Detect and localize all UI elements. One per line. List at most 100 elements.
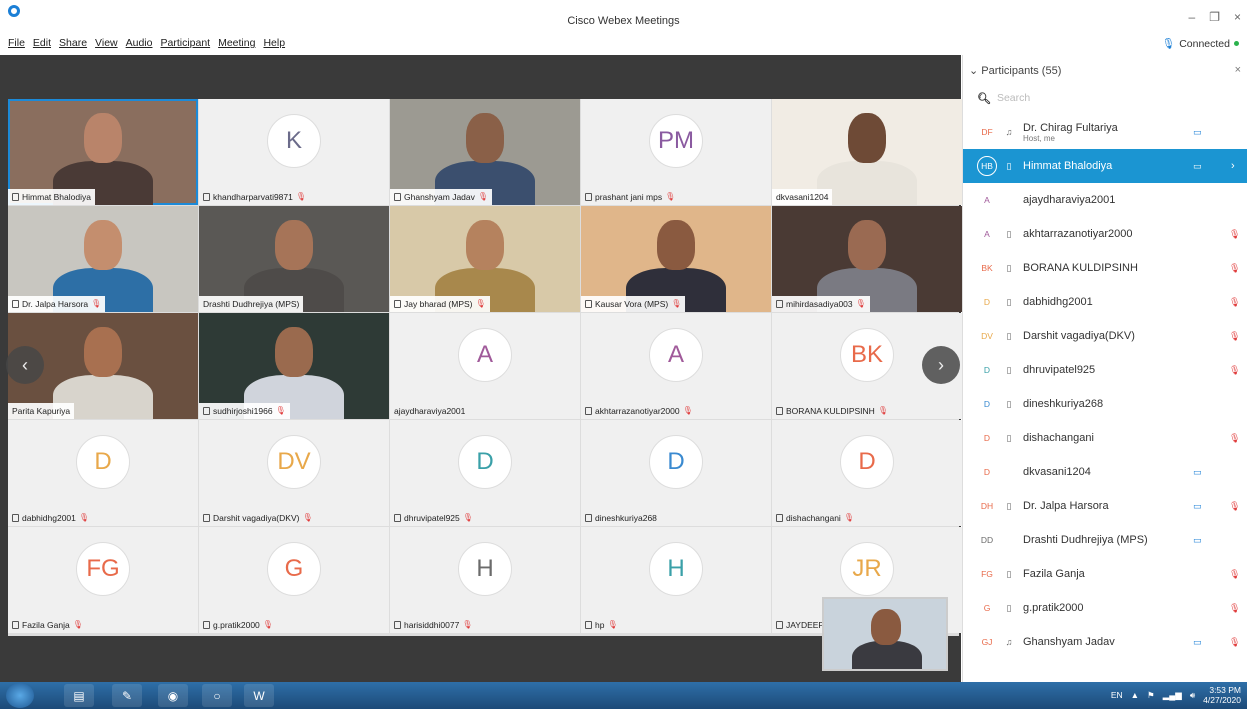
participant-row[interactable]: DV ▯ Darshit vagadiya(DKV) 🎙︎	[963, 319, 1247, 353]
participant-row[interactable]: G ▯ g.pratik2000 🎙︎	[963, 591, 1247, 625]
video-tile[interactable]: Aajaydharaviya2001	[390, 313, 580, 419]
tile-name: dhruvipatel925	[404, 513, 460, 523]
tile-label: Ghanshyam Jadav 🎙︎	[390, 189, 493, 205]
video-tile[interactable]: Ddabhidhg2001 🎙︎	[8, 420, 198, 526]
self-view-video[interactable]	[822, 597, 948, 671]
webex-icon[interactable]: ○	[202, 684, 232, 707]
participant-face	[275, 220, 313, 270]
menu-share[interactable]: Share	[59, 37, 87, 53]
video-on-icon: ▭	[1193, 636, 1202, 647]
participant-row[interactable]: FG ▯ Fazila Ganja 🎙︎	[963, 557, 1247, 591]
close-button[interactable]: ×	[1234, 10, 1241, 24]
video-tile[interactable]: DV Darshit vagadiya(DKV) 🎙︎	[199, 420, 389, 526]
participant-row[interactable]: DD Drashti Dudhrejiya (MPS) ▭	[963, 523, 1247, 557]
video-tile[interactable]: Kausar Vora (MPS) 🎙︎	[581, 206, 771, 312]
muted-mic-icon[interactable]: 🎙︎	[1229, 603, 1240, 614]
phone-icon	[12, 514, 19, 522]
video-tile[interactable]: Ddhruvipatel925 🎙︎	[390, 420, 580, 526]
participant-row[interactable]: Ddkvasani1204 ▭	[963, 455, 1247, 489]
chevron-right-icon[interactable]: ›	[1231, 160, 1235, 172]
avatar: D	[840, 435, 894, 490]
video-tile[interactable]: Aakhtarrazanotiyar2000 🎙︎	[581, 313, 771, 419]
clock[interactable]: 3:53 PM 4/27/2020	[1203, 685, 1241, 705]
participant-row[interactable]: Aajaydharaviya2001	[963, 183, 1247, 217]
tray-arrow-icon[interactable]: ▲	[1131, 690, 1139, 700]
muted-mic-icon[interactable]: 🎙︎	[1229, 263, 1240, 274]
volume-icon[interactable]: 🔊︎	[1190, 690, 1195, 701]
video-tile[interactable]: Himmat Bhalodiya	[8, 99, 198, 205]
participant-face	[466, 113, 504, 163]
muted-mic-icon[interactable]: 🎙︎	[1229, 297, 1240, 308]
menu-help[interactable]: Help	[263, 37, 285, 53]
participant-row[interactable]: D ▯ dineshkuriya268	[963, 387, 1247, 421]
video-tile[interactable]: Hharisiddhi0077 🎙︎	[390, 527, 580, 633]
participants-panel: ⌄ Participants (55) × 🔍︎ Search DF ♫ Dr. C…	[962, 55, 1247, 682]
video-tile[interactable]: Dr. Jalpa Harsora 🎙︎	[8, 206, 198, 312]
participant-avatar: GJ	[981, 637, 993, 647]
video-tile[interactable]: Ghanshyam Jadav 🎙︎	[390, 99, 580, 205]
participant-name: Himmat Bhalodiya	[1023, 160, 1113, 172]
explorer-icon[interactable]: ▤	[64, 684, 94, 707]
video-tile[interactable]: Jay bharad (MPS) 🎙︎	[390, 206, 580, 312]
participants-header[interactable]: ⌄ Participants (55) ×	[963, 55, 1247, 85]
video-tile[interactable]: Gg.pratik2000 🎙︎	[199, 527, 389, 633]
video-tile[interactable]: Drashti Dudhrejiya (MPS)	[199, 206, 389, 312]
flag-icon[interactable]: ⚑	[1147, 690, 1155, 701]
connection-status[interactable]: 🎙 Connected	[1162, 37, 1239, 50]
participant-row[interactable]: BK ▯ BORANA KULDIPSINH 🎙︎	[963, 251, 1247, 285]
video-tile[interactable]: dkvasani1204	[772, 99, 962, 205]
menu-edit[interactable]: Edit	[33, 37, 51, 53]
menu-participant[interactable]: Participant	[160, 37, 210, 53]
muted-mic-icon[interactable]: 🎙︎	[1229, 331, 1240, 342]
muted-mic-icon[interactable]: 🎙︎	[1229, 569, 1240, 580]
menu-audio[interactable]: Audio	[126, 37, 153, 53]
participant-row[interactable]: HB ▯ Himmat Bhalodiya ▭ ›	[963, 149, 1247, 183]
language-indicator[interactable]: EN	[1111, 690, 1123, 700]
collapse-chevron-icon[interactable]: ⌄	[969, 65, 978, 77]
participant-name: Dr. Chirag Fultariya	[1023, 121, 1118, 134]
video-tile[interactable]: Kkhandharparvati9871 🎙︎	[199, 99, 389, 205]
video-tile[interactable]: Ddishachangani 🎙︎	[772, 420, 962, 526]
participant-row[interactable]: GJ ♫ Ghanshyam Jadav ▭ 🎙︎	[963, 625, 1247, 659]
participant-row[interactable]: A ▯ akhtarrazanotiyar2000 🎙︎	[963, 217, 1247, 251]
word-icon[interactable]: W	[244, 684, 274, 707]
next-page-button[interactable]: ›	[922, 346, 960, 384]
phone-icon	[585, 193, 592, 201]
paint-icon[interactable]: ✎	[112, 684, 142, 707]
tile-label: Dr. Jalpa Harsora 🎙︎	[8, 296, 106, 312]
menu-meeting[interactable]: Meeting	[218, 37, 255, 53]
muted-mic-icon[interactable]: 🎙︎	[1229, 229, 1240, 240]
muted-mic-icon[interactable]: 🎙︎	[1229, 637, 1240, 648]
participant-name: akhtarrazanotiyar2000	[1023, 228, 1133, 240]
participant-row[interactable]: D ▯ dishachangani 🎙︎	[963, 421, 1247, 455]
menu-view[interactable]: View	[95, 37, 118, 53]
muted-mic-icon[interactable]: 🎙︎	[1229, 365, 1240, 376]
video-tile[interactable]: Ddineshkuriya268	[581, 420, 771, 526]
minimize-button[interactable]: –	[1189, 10, 1196, 24]
participant-row[interactable]: DF ♫ Dr. Chirag Fultariya Host, me ▭	[963, 115, 1247, 149]
phone-icon	[776, 621, 783, 629]
muted-mic-icon[interactable]: 🎙︎	[1229, 501, 1240, 512]
menu-file[interactable]: File	[8, 37, 25, 53]
video-tile[interactable]: FG Fazila Ganja 🎙︎	[8, 527, 198, 633]
muted-mic-icon[interactable]: 🎙︎	[1229, 433, 1240, 444]
previous-page-button[interactable]: ‹	[6, 346, 44, 384]
participant-name-block: ajaydharaviya2001	[1023, 194, 1247, 206]
video-tile[interactable]: PM prashant jani mps 🎙︎	[581, 99, 771, 205]
participant-row[interactable]: D ▯ dhruvipatel925 🎙︎	[963, 353, 1247, 387]
network-icon[interactable]: ▂▄▆	[1163, 690, 1182, 701]
video-tile[interactable]: sudhirjoshi1966 🎙︎	[199, 313, 389, 419]
video-tile[interactable]: Hhp 🎙︎	[581, 527, 771, 633]
chrome-icon[interactable]: ◉	[158, 684, 188, 707]
participant-avatar: DF	[981, 127, 993, 137]
participant-face	[84, 327, 122, 377]
participant-search[interactable]: 🔍︎ Search	[977, 87, 1233, 109]
start-button[interactable]	[6, 683, 34, 708]
search-input[interactable]: Search	[997, 92, 1030, 104]
participant-row[interactable]: DH ▯ Dr. Jalpa Harsora ▭ 🎙︎	[963, 489, 1247, 523]
panel-close-button[interactable]: ×	[1235, 64, 1241, 76]
maximize-button[interactable]: ❐	[1209, 10, 1220, 24]
participant-name: dkvasani1204	[1023, 466, 1091, 478]
participant-row[interactable]: D ▯ dabhidhg2001 🎙︎	[963, 285, 1247, 319]
video-tile[interactable]: mihirdasadiya003 🎙︎	[772, 206, 962, 312]
